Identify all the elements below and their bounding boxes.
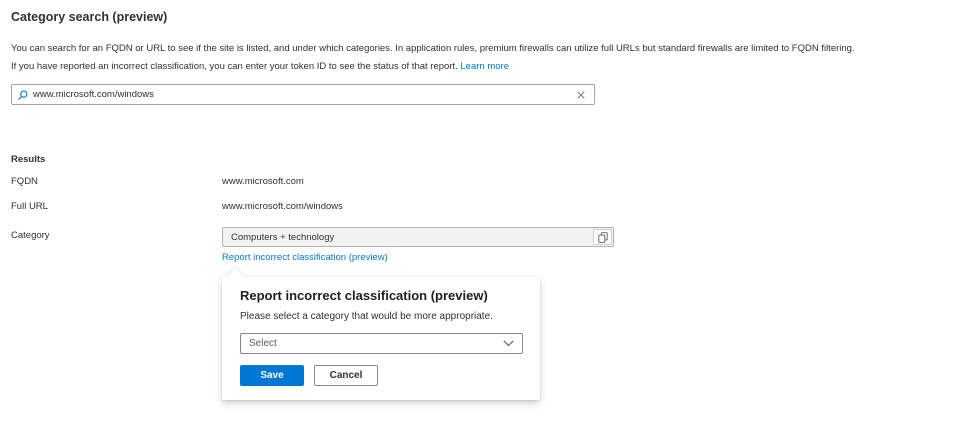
save-button[interactable]: Save (240, 365, 304, 386)
full-url-value: www.microsoft.com/windows (222, 201, 343, 212)
category-value-field: Computers + technology (222, 227, 614, 247)
results-heading: Results (11, 154, 46, 165)
select-placeholder: Select (249, 338, 277, 349)
description: You can search for an FQDN or URL to see… (11, 40, 855, 76)
category-select-dropdown[interactable]: Select (240, 333, 523, 354)
callout-button-row: Save Cancel (240, 365, 522, 386)
callout-title: Report incorrect classification (preview… (240, 288, 488, 303)
search-icon (18, 90, 28, 100)
report-callout: Report incorrect classification (preview… (222, 268, 540, 400)
description-line-2-text: If you have reported an incorrect classi… (11, 61, 458, 72)
report-incorrect-classification-link[interactable]: Report incorrect classification (preview… (222, 252, 388, 263)
category-value: Computers + technology (231, 231, 335, 243)
fqdn-value: www.microsoft.com (222, 176, 304, 187)
clear-search-button[interactable] (574, 89, 588, 101)
full-url-label: Full URL (11, 201, 48, 212)
copy-icon (597, 231, 608, 243)
chevron-down-icon (503, 340, 514, 347)
learn-more-link[interactable]: Learn more (460, 61, 509, 72)
description-line-2: If you have reported an incorrect classi… (11, 58, 855, 76)
category-label: Category (11, 230, 50, 241)
search-input[interactable] (33, 89, 574, 100)
page-title: Category search (preview) (11, 10, 168, 24)
callout-content: Report incorrect classification (preview… (222, 277, 540, 400)
copy-button[interactable] (593, 229, 612, 245)
fqdn-label: FQDN (11, 176, 38, 187)
cancel-button[interactable]: Cancel (314, 365, 378, 386)
close-icon (577, 91, 585, 99)
search-box (11, 84, 595, 105)
callout-body-text: Please select a category that would be m… (240, 311, 493, 322)
description-line-1: You can search for an FQDN or URL to see… (11, 43, 855, 54)
